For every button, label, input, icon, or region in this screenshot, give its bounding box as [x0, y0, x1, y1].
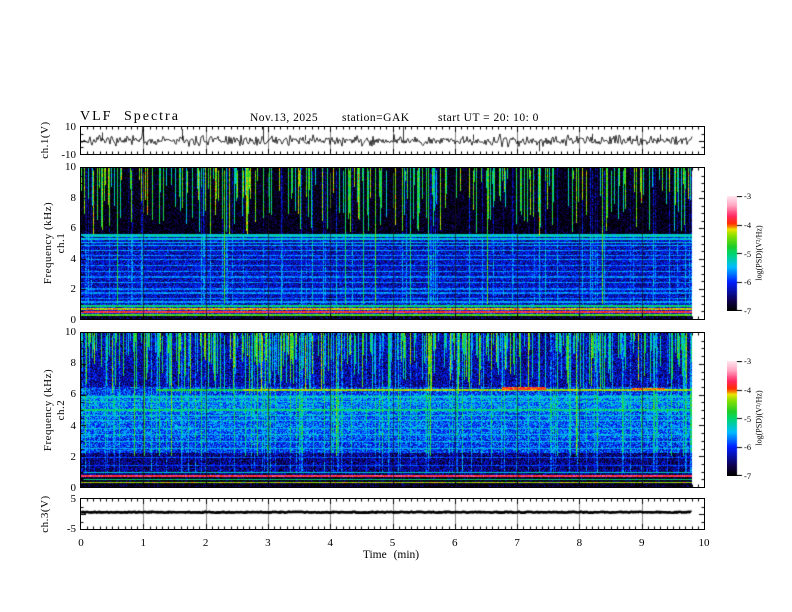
ch3-wave-ylabel: ch.3(V)	[39, 495, 51, 533]
x-tick-label: 3	[265, 537, 271, 549]
ch3-wave-ytick-label: 5	[70, 493, 77, 505]
ch1-spectrogram-panel	[80, 167, 705, 320]
colorbar-ch2-canvas	[727, 361, 743, 476]
x-tick-label: 10	[698, 537, 710, 549]
page-title: VLF Spectra	[80, 109, 180, 124]
ch1-spec-ytick-label: 0	[70, 314, 77, 326]
colorbar-ch1-tick-label: -5	[744, 248, 752, 259]
ch1-spec-ylabel-frequency: Frequency (kHz)	[42, 201, 54, 285]
ch1-spec-ytick-label: 4	[70, 252, 77, 265]
colorbar-ch1-tick-label: -3	[744, 191, 752, 201]
colorbar-ch1-tick-label: -4	[744, 219, 752, 230]
x-tick-label: 7	[514, 537, 520, 549]
colorbar-ch1-tick-label: -6	[744, 277, 752, 288]
figure-station: station=GAK	[342, 112, 410, 124]
ch1-spectrogram-canvas	[81, 168, 704, 319]
x-tick-label: 6	[452, 537, 458, 549]
ch1-waveform-canvas	[81, 127, 704, 154]
ch2-spec-ylabel-frequency: Frequency (kHz)	[42, 368, 54, 452]
figure-start-ut: start UT = 20: 10: 0	[438, 112, 539, 124]
colorbar-ch1-label: log(PSD)(V²/Hz)	[754, 225, 764, 281]
colorbar-ch2	[727, 361, 743, 481]
x-tick-label: 4	[327, 537, 333, 549]
ch1-waveform-panel	[80, 126, 705, 155]
colorbar-ch2-tick-label: -5	[744, 413, 752, 424]
colorbar-ch1-tick-label: -7	[744, 306, 752, 316]
x-tick-label: 8	[576, 537, 583, 549]
x-tick-label: 1	[140, 537, 147, 549]
ch1-spec-ytick-label: 6	[70, 222, 77, 235]
ch2-spec-ytick-label: 4	[70, 419, 77, 432]
ch1-wave-ytick-label: -10	[61, 149, 76, 161]
ch2-spectrogram-panel	[80, 332, 705, 488]
ch1-wave-ylabel: ch.1(V)	[39, 121, 51, 159]
colorbar-ch1	[727, 196, 743, 316]
x-tick-label: 5	[389, 537, 396, 549]
ch3-waveform-canvas	[81, 499, 704, 529]
ch1-wave-ytick-label: 10	[65, 121, 76, 133]
colorbar-ch2-label: log(PSD)(V²/Hz)	[754, 390, 764, 446]
colorbar-ch1-canvas	[727, 196, 743, 311]
ch1-spec-ytick-label: 8	[70, 191, 77, 204]
ch3-wave-ytick-label: -5	[66, 523, 76, 535]
ch2-spec-ytick-label: 8	[70, 357, 77, 370]
ch2-spec-ylabel-channel: ch.2	[55, 399, 67, 421]
ch1-spec-ytick-label: 2	[70, 283, 77, 296]
ch2-spec-ytick-label: 2	[70, 450, 77, 463]
ch2-spectrogram-canvas	[81, 333, 704, 487]
x-tick-label: 9	[638, 537, 645, 549]
colorbar-ch2-tick-label: -7	[744, 471, 752, 481]
ch2-spec-ytick-label: 6	[70, 388, 77, 401]
colorbar-ch2-tick-label: -4	[744, 384, 752, 395]
x-tick-label: 0	[78, 537, 84, 549]
ch1-spec-ytick-label: 10	[65, 161, 76, 173]
x-tick-label: 2	[202, 537, 209, 549]
ch2-spec-ytick-label: 10	[65, 326, 76, 338]
vlf-spectra-figure: VLF Spectra Nov.13, 2025 station=GAK sta…	[0, 0, 792, 612]
ch1-spec-ylabel-channel: ch.1	[55, 232, 67, 254]
x-axis-label: Time (min)	[362, 549, 420, 561]
ch3-waveform-panel	[80, 498, 705, 530]
colorbar-ch2-tick-label: -3	[744, 356, 752, 366]
colorbar-ch2-tick-label: -6	[744, 442, 752, 453]
figure-date: Nov.13, 2025	[250, 112, 319, 124]
